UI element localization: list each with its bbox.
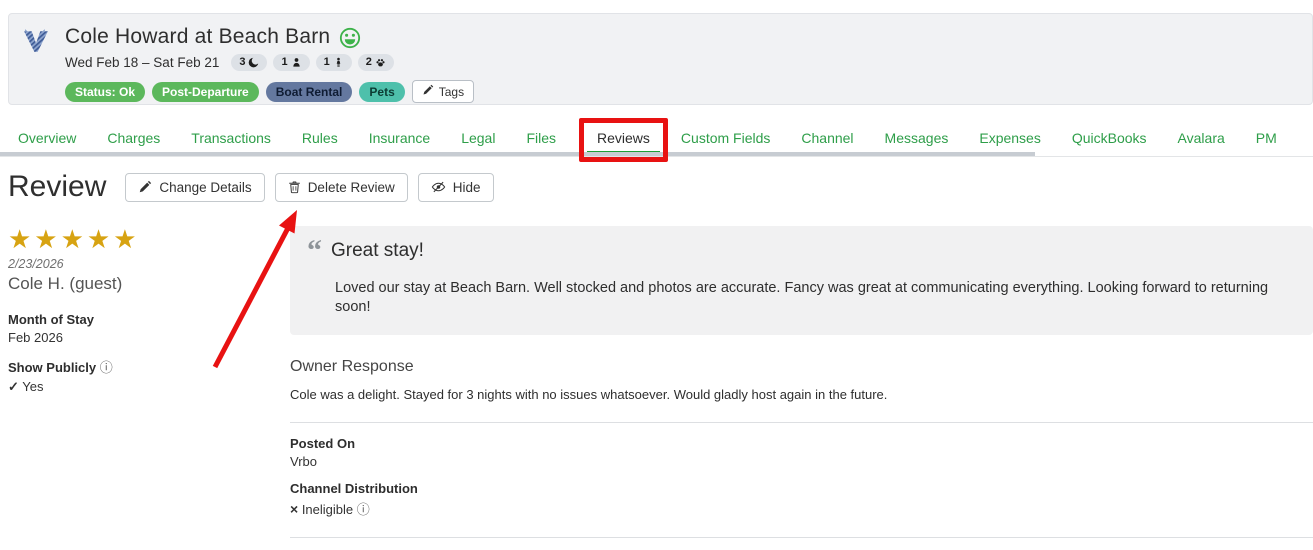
badge-status-ok: Status: Ok [65,81,146,102]
smiley-grin-icon [339,27,361,49]
booking-review-page: Cole Howard at Beach Barn Wed Feb 18 – S… [0,0,1313,550]
quote-icon: “ [307,234,322,267]
count-badge-adult: 1 [273,54,310,71]
page-title: Cole Howard at Beach Barn [65,25,331,48]
tab-expenses[interactable]: Expenses [979,124,1040,155]
vrbo-v-icon [23,25,53,93]
pencil-icon [422,84,434,99]
check-icon: ✓ [8,379,19,394]
tab-channel[interactable]: Channel [801,124,853,155]
divider [290,422,1313,423]
show-publicly-value: ✓ Yes [8,379,44,394]
channel-distribution-label: Channel Distribution [290,481,418,496]
count-badge-paw: 2 [357,54,394,71]
tab-legal[interactable]: Legal [461,124,495,155]
tab-avalara[interactable]: Avalara [1178,124,1225,155]
hide-label: Hide [452,179,481,195]
count-badge-child: 1 [315,54,352,71]
paw-icon [375,57,386,68]
review-quote-block: “ Great stay! Loved our stay at Beach Ba… [290,226,1313,335]
badge-row: Status: Ok Post-Departure Boat Rental Pets … [65,80,475,103]
count-badges: 3112 [231,54,394,71]
badge-boat-rental: Boat Rental [265,81,353,102]
delete-review-label: Delete Review [307,179,395,195]
hide-button[interactable]: Hide [417,172,494,202]
tab-transactions[interactable]: Transactions [191,124,271,155]
tab-rules[interactable]: Rules [302,124,338,155]
posted-on-value: Vrbo [290,454,317,469]
tab-custom-fields[interactable]: Custom Fields [681,124,770,155]
change-details-label: Change Details [159,179,252,195]
tab-scrollbar-thumb[interactable] [0,152,1035,156]
info-icon[interactable]: ⓘ [357,502,370,517]
trash-icon [288,180,301,194]
tab-overview[interactable]: Overview [18,124,76,155]
show-publicly-label: Show Publicly ⓘ [8,360,113,375]
reviewer-name: Cole H. (guest) [8,274,123,293]
review-header: Review Change Details Delete Review Hide [8,170,1313,204]
review-title: Great stay! [331,240,424,261]
change-details-button[interactable]: Change Details [125,172,265,202]
month-of-stay-value: Feb 2026 [8,330,63,345]
count-badge-moon: 3 [231,54,268,71]
review-detail-column: “ Great stay! Loved our stay at Beach Ba… [290,226,1313,550]
tab-pm[interactable]: PM [1256,124,1277,155]
posted-on-label: Posted On [290,436,356,451]
x-icon: × [290,501,299,517]
review-content: Review Change Details Delete Review Hide… [8,170,1313,550]
tab-insurance[interactable]: Insurance [369,124,430,155]
delete-review-button[interactable]: Delete Review [274,172,408,202]
review-body: Loved our stay at Beach Barn. Well stock… [335,280,1269,315]
info-icon[interactable]: ⓘ [100,360,113,375]
tab-bar-border [0,156,1313,157]
eye-slash-icon [431,180,446,194]
star-rating: ★★★★★ [8,224,140,254]
channel-distribution-value: × Ineligible ⓘ [290,501,370,517]
tab-reviews[interactable]: Reviews [587,124,660,155]
tags-button-label: Tags [438,84,465,99]
owner-response-heading: Owner Response [290,358,414,375]
tab-files[interactable]: Files [526,124,556,155]
pencil-icon [138,180,152,194]
review-heading: Review [8,170,107,203]
child-icon [333,57,344,68]
badge-pets: Pets [359,81,405,102]
tags-button[interactable]: Tags [411,80,475,103]
adult-icon [291,57,302,68]
tab-scrollbar-track [0,152,1313,157]
date-range: Wed Feb 18 – Sat Feb 21 [65,55,220,70]
tab-bar: Overview Charges Transactions Rules Insuranc… [0,124,1313,155]
review-meta-column: ★★★★★ 2/23/2026 Cole H. (guest) Month of… [8,226,290,395]
divider [290,537,1313,538]
month-of-stay-label: Month of Stay [8,312,94,327]
tab-quickbooks[interactable]: QuickBooks [1072,124,1147,155]
tab-charges[interactable]: Charges [107,124,160,155]
review-date: 2/23/2026 [8,257,64,271]
status-badges: Status: Ok Post-Departure Boat Rental Pets [65,81,405,102]
moon-icon [248,57,260,68]
booking-header-panel: Cole Howard at Beach Barn Wed Feb 18 – S… [8,13,1313,105]
tab-messages[interactable]: Messages [885,124,949,155]
badge-post-departure: Post-Departure [152,81,259,102]
owner-response-text: Cole was a delight. Stayed for 3 nights … [290,387,888,402]
